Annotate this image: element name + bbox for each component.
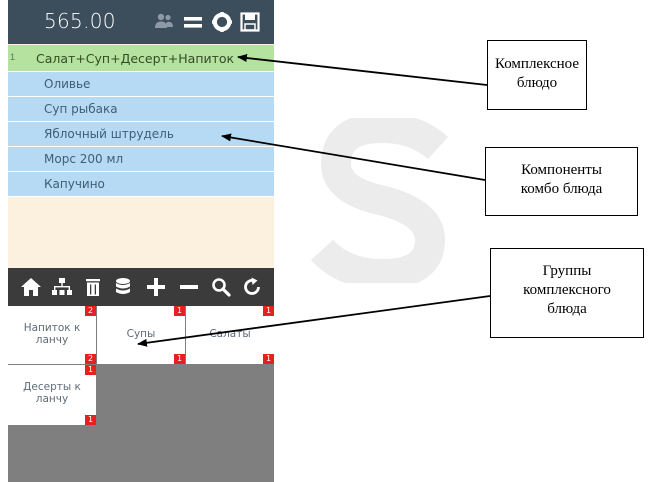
- badge: 1: [85, 365, 96, 375]
- combo-dish-name: Салат+Суп+Десерт+Напиток: [36, 51, 235, 66]
- pos-app: 565.00 1 Салат+Суп+Десерт+Напиток Оливье…: [8, 0, 274, 482]
- order-total: 565.00: [44, 9, 116, 33]
- home-icon[interactable]: [20, 276, 42, 298]
- component-name: Морс 200 мл: [44, 152, 124, 166]
- badge: 1: [174, 306, 185, 316]
- badge: 1: [85, 415, 96, 425]
- group-tile-desserts[interactable]: 1 Десерты к ланчу 1: [8, 365, 96, 425]
- badge: 2: [85, 306, 96, 316]
- watermark-logo: [310, 118, 449, 283]
- group-label: Десерты к ланчу: [23, 381, 81, 405]
- callout-groups: Группы комплексного блюда: [490, 248, 644, 338]
- group-tile-salads[interactable]: 1 Салаты 1: [186, 306, 274, 364]
- component-row[interactable]: Морс 200 мл: [8, 147, 274, 172]
- arrow-to-combo: [237, 54, 488, 86]
- top-bar: 565.00: [8, 0, 274, 44]
- users-icon[interactable]: [152, 10, 176, 34]
- group-label: Напиток к ланчу: [23, 322, 81, 346]
- component-row[interactable]: Суп рыбака: [8, 97, 274, 122]
- component-row[interactable]: Оливье: [8, 72, 274, 97]
- component-name: Капучино: [44, 177, 105, 191]
- component-name: Суп рыбака: [44, 102, 118, 116]
- badge: 1: [263, 354, 274, 364]
- badge: 1: [174, 354, 185, 364]
- component-row[interactable]: Яблочный штрудель: [8, 122, 274, 147]
- component-name: Оливье: [44, 77, 91, 91]
- gear-icon[interactable]: [210, 10, 234, 34]
- group-label: Супы: [126, 328, 156, 340]
- callout-combo-dish: Комплексное блюдо: [487, 40, 587, 110]
- plus-icon[interactable]: [145, 276, 167, 298]
- group-tile-soups[interactable]: 1 Супы 1: [97, 306, 185, 364]
- badge: 2: [85, 354, 96, 364]
- menu-icon[interactable]: [181, 10, 205, 34]
- group-tile-drinks[interactable]: 2 Напиток к ланчу 2: [8, 306, 96, 364]
- search-icon[interactable]: [210, 276, 232, 298]
- refresh-icon[interactable]: [241, 276, 263, 298]
- minus-icon[interactable]: [178, 276, 200, 298]
- bottom-toolbar: [8, 268, 274, 306]
- group-label: Салаты: [209, 328, 251, 340]
- database-icon[interactable]: [112, 276, 134, 298]
- order-list: 1 Салат+Суп+Десерт+Напиток Оливье Суп ры…: [8, 44, 274, 268]
- groups-grid: 2 Напиток к ланчу 2 1 Супы 1 1 Салаты 1 1…: [8, 306, 274, 482]
- row-index: 1: [10, 52, 16, 62]
- hierarchy-icon[interactable]: [51, 276, 73, 298]
- badge: 1: [263, 306, 274, 316]
- callout-components: Компоненты комбо блюда: [485, 147, 638, 216]
- component-name: Яблочный штрудель: [44, 127, 174, 141]
- save-icon[interactable]: [238, 10, 262, 34]
- component-row[interactable]: Капучино: [8, 172, 274, 197]
- combo-dish-row[interactable]: 1 Салат+Суп+Десерт+Напиток: [8, 45, 274, 72]
- trash-icon[interactable]: [82, 276, 104, 298]
